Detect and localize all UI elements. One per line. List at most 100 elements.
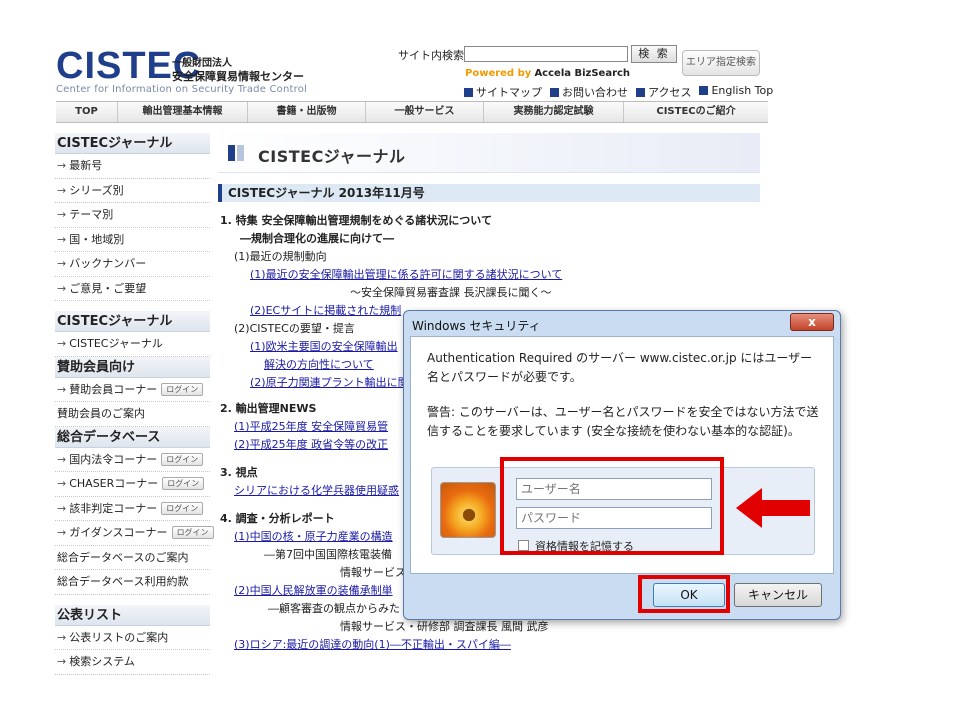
article-link[interactable]: (1)平成25年度 安全保障貿易管: [234, 418, 388, 434]
utility-link-access[interactable]: アクセス: [636, 84, 691, 100]
sidebar-item-country[interactable]: → 国・地域別: [55, 228, 210, 252]
sidebar-item-label: 総合データベース利用約款: [57, 575, 189, 588]
sidebar-item-label: テーマ別: [69, 208, 114, 221]
utility-link-label: サイトマップ: [476, 86, 542, 99]
cancel-button[interactable]: キャンセル: [734, 583, 822, 607]
issue-title: CISTECジャーナル 2013年11月号: [218, 184, 760, 202]
sidebar-item-member-corner[interactable]: → 賛助会員コーナー ログイン: [55, 378, 210, 402]
nav-top[interactable]: TOP: [56, 102, 118, 122]
article-link[interactable]: (2)ECサイトに掲載された規制: [250, 302, 401, 318]
sidebar-item-label: 国内法令コーナー: [69, 452, 158, 466]
arrow-right-icon: →: [57, 337, 67, 350]
sidebar-item-label: ガイダンスコーナー: [69, 526, 168, 539]
sidebar-item-database-terms[interactable]: 総合データベース利用約款: [55, 570, 210, 595]
article-subtitle: ―顧客審査の観点からみた: [268, 602, 400, 615]
page-title: CISTECジャーナル: [258, 147, 406, 166]
sidebar-item-database-info[interactable]: 総合データベースのご案内: [55, 546, 210, 570]
powered-by-name: Accela BizSearch: [534, 68, 631, 79]
sidebar-item-chaser[interactable]: → CHASERコーナー ログイン: [55, 472, 210, 497]
logo-subtitle-1: 一般財団法人: [172, 58, 232, 69]
sidebar-item-feedback[interactable]: → ご意見・ご要望: [55, 277, 210, 301]
article-link[interactable]: (3)ロシア:最近の調達の動向(1)―不正輸出・スパイ編―: [234, 636, 511, 652]
utility-link-label: English Top: [711, 84, 774, 97]
sidebar-item-label: 国・地域別: [69, 232, 125, 246]
powered-by: Powered by Accela BizSearch: [465, 68, 630, 79]
sidebar-item-domestic-law[interactable]: → 国内法令コーナー ログイン: [55, 448, 210, 472]
subsection-label: (1)最近の規制動向: [234, 250, 327, 263]
article-link[interactable]: (1)欧米主要国の安全保障輸出: [250, 338, 398, 354]
title-bars-icon: [228, 145, 246, 161]
article-subtitle: ―第7回中国国際核電装備: [264, 548, 392, 561]
search-button[interactable]: 検 索: [631, 45, 677, 63]
login-badge[interactable]: ログイン: [162, 477, 205, 490]
nav-export-control[interactable]: 輸出管理基本情報: [118, 102, 248, 122]
nav-about[interactable]: CISTECのご紹介: [624, 102, 768, 122]
sidebar-item-label: 賛助会員コーナー: [69, 382, 158, 396]
sidebar-item-guidance[interactable]: → ガイダンスコーナー ログイン: [55, 521, 214, 546]
login-badge[interactable]: ログイン: [161, 452, 204, 466]
page-title-banner: CISTECジャーナル: [218, 133, 760, 173]
utility-links: サイトマップ お問い合わせ アクセス English Top: [464, 84, 773, 100]
sidebar-item-series[interactable]: → シリーズ別: [55, 179, 210, 203]
sidebar-item-label: ご意見・ご要望: [69, 281, 147, 295]
arrow-right-icon: →: [57, 477, 67, 490]
sidebar-item-public-list-info[interactable]: → 公表リストのご案内: [55, 626, 210, 650]
sidebar-heading-journal: CISTECジャーナル: [55, 133, 210, 154]
utility-link-english[interactable]: English Top: [699, 84, 773, 100]
sidebar-item-label: 該非判定コーナー: [69, 501, 158, 515]
sidebar-item-search-system[interactable]: → 検索システム: [55, 650, 210, 675]
sidebar-item-classification[interactable]: → 該非判定コーナー ログイン: [55, 497, 210, 521]
section-heading: 2. 輸出管理NEWS: [220, 402, 317, 415]
login-badge[interactable]: ログイン: [161, 501, 204, 515]
utility-link-contact[interactable]: お問い合わせ: [550, 84, 628, 100]
dialog-message: Authentication Required のサーバー www.cistec…: [427, 351, 813, 384]
dialog-warning: 警告: このサーバーは、ユーザー名とパスワードを安全ではない方法で送信することを…: [427, 405, 819, 438]
sidebar-item-theme[interactable]: → テーマ別: [55, 203, 210, 228]
nav-certification-exam[interactable]: 実務能力認定試験: [484, 102, 624, 122]
article-link[interactable]: (1)最近の安全保障輸出管理に係る許可に関する諸状況について: [250, 266, 562, 282]
sidebar-heading-supporting-members: 賛助会員向け: [55, 356, 210, 378]
dialog-title: Windows セキュリティ: [412, 319, 541, 333]
sidebar-heading-public-list: 公表リスト: [55, 604, 210, 626]
dialog-close-button[interactable]: x: [790, 313, 834, 331]
arrow-right-icon: →: [57, 183, 67, 197]
arrow-right-icon: →: [57, 630, 67, 644]
sidebar-item-latest[interactable]: → 最新号: [55, 154, 210, 179]
sidebar-item-label: 賛助会員のご案内: [57, 407, 145, 420]
utility-link-label: お問い合わせ: [562, 86, 628, 99]
search-input[interactable]: [464, 46, 628, 62]
red-arrow-icon: [736, 488, 810, 528]
login-badge[interactable]: ログイン: [171, 526, 214, 539]
arrow-square-icon: [636, 88, 645, 97]
article-link[interactable]: (2)中国人民解放軍の装備承制単: [234, 582, 393, 598]
article-link[interactable]: (2)平成25年度 政省令等の改正: [234, 436, 388, 452]
sidebar-item-member-info[interactable]: 賛助会員のご案内: [55, 402, 210, 427]
sidebar-item-backnumber[interactable]: → バックナンバー: [55, 252, 210, 277]
section-heading: 3. 視点: [220, 466, 258, 479]
subsection-label: (2)CISTECの要望・提言: [234, 322, 355, 335]
close-icon: x: [808, 315, 816, 329]
sidebar-item-label: 総合データベースのご案内: [57, 550, 189, 564]
arrow-right-icon: →: [57, 159, 67, 172]
logo-subtitle-2: 安全保障貿易情報センター: [172, 70, 304, 83]
sidebar-item-journal[interactable]: → CISTECジャーナル: [55, 332, 210, 357]
section-subheading: ―規制合理化の進展に向けて―: [240, 232, 394, 245]
area-search-button[interactable]: エリア指定検索: [682, 50, 760, 76]
nav-general-services[interactable]: 一般サービス: [366, 102, 484, 122]
arrow-right-icon: →: [57, 655, 67, 668]
arrow-right-icon: →: [57, 232, 67, 246]
article-link[interactable]: (2)原子力関連プラント輸出に関: [250, 374, 409, 390]
article-link[interactable]: 解決の方向性について: [264, 356, 374, 372]
login-badge[interactable]: ログイン: [161, 382, 204, 396]
utility-link-sitemap[interactable]: サイトマップ: [464, 84, 542, 100]
nav-publications[interactable]: 書籍・出版物: [248, 102, 366, 122]
sidebar: CISTECジャーナル → 最新号 → シリーズ別 → テーマ別 → 国・地域別 → バッ…: [55, 133, 214, 675]
sidebar-item-label: 最新号: [69, 159, 103, 172]
sidebar-item-label: シリーズ別: [69, 183, 124, 197]
sidebar-heading-journal-2: CISTECジャーナル: [55, 311, 210, 332]
article-link[interactable]: シリアにおける化学兵器使用疑惑: [234, 482, 399, 498]
article-link[interactable]: (1)中国の核・原子力産業の構造: [234, 528, 393, 544]
cistec-logo[interactable]: CISTEC 一般財団法人 安全保障貿易情報センター Center for In…: [56, 46, 326, 98]
arrow-square-icon: [464, 88, 473, 97]
global-nav: TOP 輸出管理基本情報 書籍・出版物 一般サービス 実務能力認定試験 CIST…: [56, 101, 768, 123]
